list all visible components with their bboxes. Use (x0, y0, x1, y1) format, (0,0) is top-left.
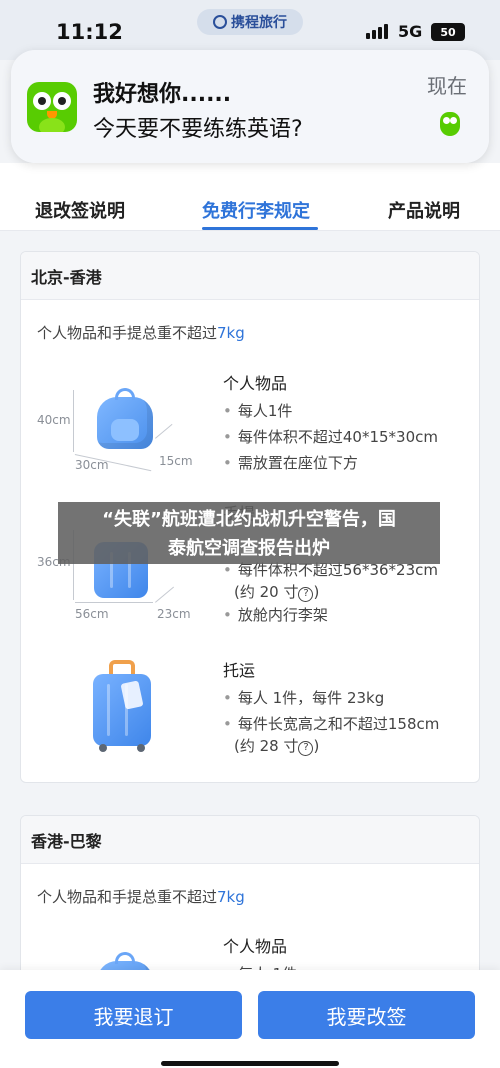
tab-refund-rules[interactable]: 退改签说明 (35, 197, 125, 223)
tab-baggage-rules[interactable]: 免费行李规定 (202, 197, 310, 223)
weight-limit: 个人物品和手提总重不超过7kg (37, 888, 245, 906)
notification-time: 现在 (427, 74, 467, 98)
change-button[interactable]: 我要改签 (258, 991, 475, 1039)
ctrip-logo-icon (213, 15, 227, 29)
tab-product-info[interactable]: 产品说明 (388, 197, 460, 223)
caption-line: 泰航空调查报告出炉 (168, 538, 330, 559)
active-tab-indicator (202, 227, 318, 230)
duolingo-owl-icon (27, 82, 77, 132)
brand-pill-label: 携程旅行 (231, 15, 287, 31)
carry-on-size-note: (约 20 寸?) (234, 583, 320, 602)
personal-rule: 需放置在座位下方 (223, 452, 358, 474)
owl-mascot-icon (435, 108, 465, 138)
carry-on-rule: 放舱内行李架 (223, 604, 328, 626)
status-time: 11:12 (56, 20, 123, 44)
personal-rule: 每件体积不超过40*15*30cm (223, 426, 438, 448)
checked-suitcase-icon (93, 660, 151, 752)
tab-bar: 退改签说明 免费行李规定 产品说明 (0, 163, 500, 231)
network-type: 5G (398, 22, 423, 41)
help-icon[interactable]: ? (298, 741, 314, 756)
refund-button[interactable]: 我要退订 (25, 991, 242, 1039)
checked-baggage-title: 托运 (223, 661, 256, 680)
checked-rule: 每人 1件，每件 23kg (223, 687, 384, 709)
personal-item-title: 个人物品 (223, 374, 288, 393)
personal-item-title: 个人物品 (223, 937, 288, 956)
dim-depth: 23cm (157, 607, 191, 621)
signal-icon (366, 24, 388, 39)
personal-rule: 每人1件 (223, 400, 293, 422)
dim-width: 30cm (75, 458, 109, 472)
checked-rule: 每件长宽高之和不超过158cm (223, 713, 440, 735)
news-caption-overlay: “失联”航班遭北约战机升空警告，国 泰航空调查报告出炉 (58, 502, 440, 564)
route-title: 香港-巴黎 (21, 816, 479, 864)
weight-limit: 个人物品和手提总重不超过7kg (37, 324, 245, 342)
bottom-action-bar: 我要退订 我要改签 (0, 970, 500, 1068)
checked-size-note: (约 28 寸?) (234, 737, 320, 756)
route-title: 北京-香港 (21, 252, 479, 300)
battery-icon: 50 (431, 23, 465, 41)
notification-body: 今天要不要练练英语? (93, 117, 303, 142)
caption-line: “失联”航班遭北约战机升空警告，国 (102, 509, 396, 530)
help-icon[interactable]: ? (298, 587, 314, 602)
push-notification[interactable]: 我好想你...... 今天要不要练练英语? 现在 (11, 50, 489, 163)
ctrip-back-pill[interactable]: 携程旅行 (197, 9, 303, 35)
home-indicator[interactable] (161, 1061, 339, 1066)
notification-title: 我好想你...... (93, 82, 232, 107)
dim-depth: 15cm (159, 454, 193, 468)
backpack-icon (97, 388, 153, 449)
dim-height: 40cm (37, 413, 71, 427)
dim-width: 56cm (75, 607, 109, 621)
